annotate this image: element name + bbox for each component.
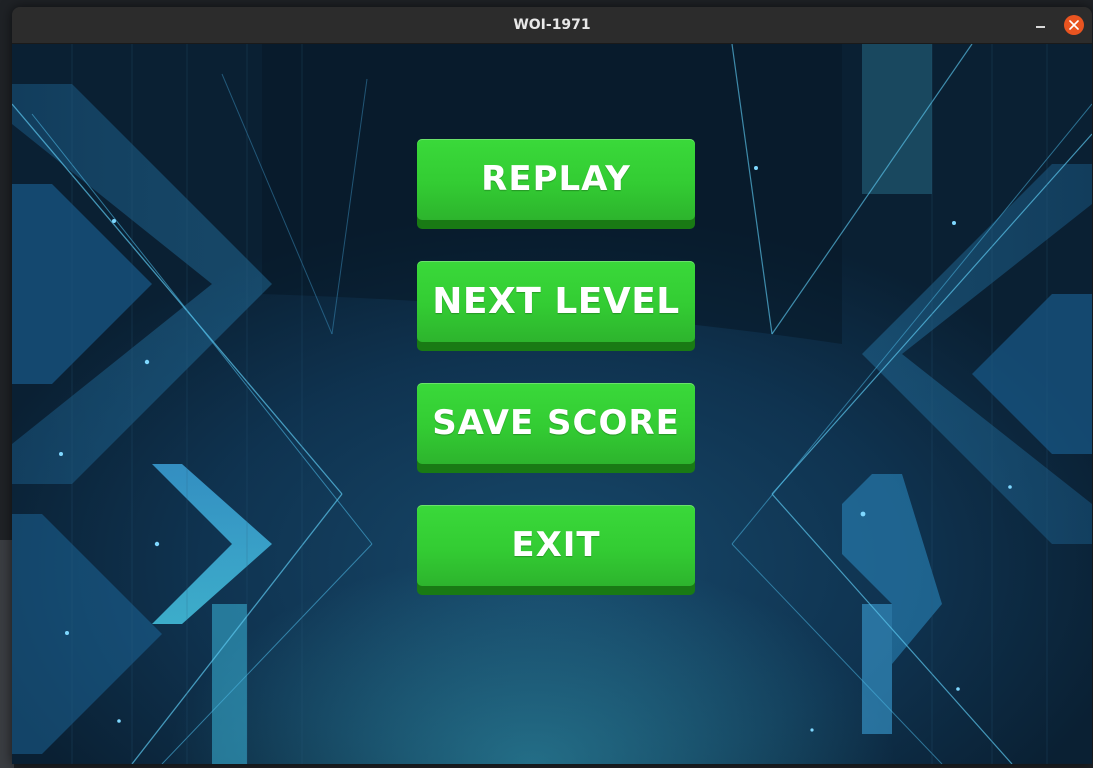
replay-button[interactable]: REPLAY [417, 139, 695, 229]
window-title: WOI-1971 [513, 17, 591, 33]
exit-button[interactable]: EXIT [417, 505, 695, 595]
replay-label: REPLAY [481, 159, 631, 199]
next-level-label: NEXT LEVEL [432, 281, 680, 322]
minimize-button[interactable] [1030, 15, 1052, 35]
save-score-label: SAVE SCORE [432, 403, 680, 443]
exit-label: EXIT [511, 525, 601, 565]
close-button[interactable] [1064, 15, 1084, 35]
close-icon [1069, 20, 1079, 30]
game-canvas: REPLAY NEXT LEVEL SAVE SCORE EXIT [12, 44, 1092, 764]
save-score-button[interactable]: SAVE SCORE [417, 383, 695, 473]
game-window: WOI-1971 REPLAY NEXT LEVEL SAVE SCORE EX… [12, 7, 1092, 764]
next-level-button[interactable]: NEXT LEVEL [417, 261, 695, 351]
title-bar[interactable]: WOI-1971 [12, 7, 1092, 44]
